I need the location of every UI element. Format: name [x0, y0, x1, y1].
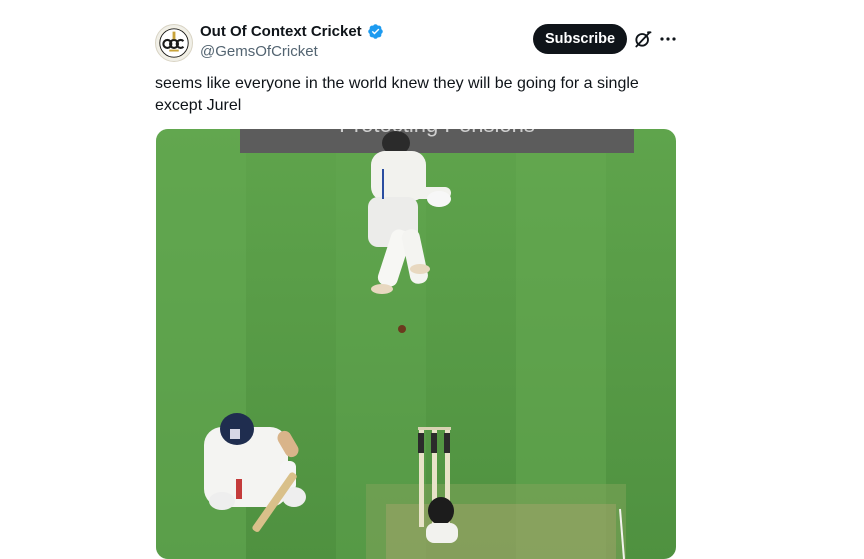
display-name[interactable]: Out Of Context Cricket: [200, 23, 362, 40]
cricket-video-frame: Protecting Pensions: [156, 129, 676, 559]
tweet-media-video[interactable]: Protecting Pensions: [156, 129, 676, 559]
tweet-text: seems like everyone in the world knew th…: [155, 73, 675, 117]
account-avatar[interactable]: [155, 24, 193, 62]
tweet-card: Out Of Context Cricket @GemsOfCricket Su…: [0, 0, 864, 559]
subscribe-button[interactable]: Subscribe: [533, 24, 627, 54]
account-handle[interactable]: @GemsOfCricket: [200, 43, 318, 60]
account-name-row[interactable]: Out Of Context Cricket: [200, 23, 384, 40]
tweet-text-line: seems like everyone in the world knew th…: [155, 75, 639, 92]
banner-text: Protecting Pensions: [339, 129, 535, 137]
ooc-logo-icon: [157, 26, 191, 60]
tweet-text-line: except Jurel: [155, 97, 242, 114]
more-icon[interactable]: [659, 29, 677, 49]
verified-badge-icon[interactable]: [367, 23, 384, 40]
cricket-ball: [398, 325, 406, 333]
sponsor-banner: Protecting Pensions: [240, 129, 634, 153]
grok-icon[interactable]: [633, 29, 653, 49]
